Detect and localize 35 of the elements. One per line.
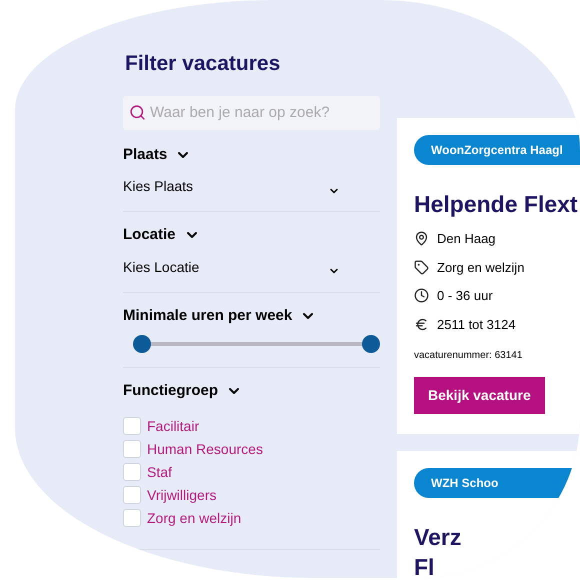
slider-thumb[interactable] [362,335,380,353]
organisation-badge: WoonZorgcentra Haagl [414,135,580,165]
search-field[interactable]: Waar ben je naar op zoek? [123,96,380,130]
view-vacancy-button[interactable]: Bekijk vacature [414,377,545,414]
detail-text: 2511 tot 3124 [437,316,516,334]
checkbox[interactable] [123,440,141,458]
pin-icon [414,231,429,246]
section-heading[interactable]: Plaats [123,144,168,166]
slider-thumb[interactable] [133,335,151,353]
detail-text: Den Haag [437,230,496,248]
option-label[interactable]: Zorg en welzijn [147,510,242,526]
tag-icon [414,260,429,275]
option-label[interactable]: Staf [147,464,172,480]
vacancy-title[interactable]: Verz [414,522,580,552]
checkbox[interactable] [123,508,141,526]
checkbox[interactable] [123,462,141,480]
section-heading[interactable]: Locatie [123,224,176,246]
select-field[interactable]: Kies Plaats [123,176,380,203]
vacancy-number: vacaturenummer: 63141 [414,349,524,363]
checkbox[interactable] [123,416,141,434]
section-heading[interactable]: Minimale uren per week [123,304,292,327]
range-slider[interactable] [133,335,380,353]
euro-icon [414,316,429,332]
option-label[interactable]: Vrijwilligers [147,486,216,502]
vacancy-title[interactable]: Helpende Flext [414,189,580,219]
filter-title: Filter vacatures [125,51,282,77]
option-label[interactable]: Human Resources [147,440,263,456]
detail-text: 0 - 36 uur [437,287,493,305]
section-heading[interactable]: Functiegroep [123,380,218,402]
clock-icon [414,288,429,304]
checkbox[interactable] [123,486,141,504]
vacancy-title[interactable]: Fl [414,552,580,578]
option-label[interactable]: Facilitair [147,418,200,434]
detail-text: Zorg en welzijn [437,258,524,277]
select-field[interactable]: Kies Locatie [123,256,380,284]
